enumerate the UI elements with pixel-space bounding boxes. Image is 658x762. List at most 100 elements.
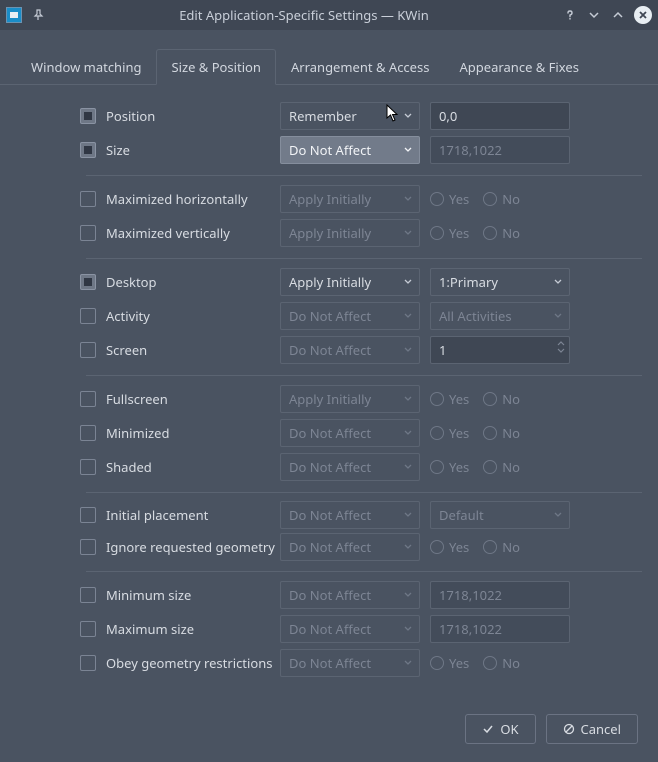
value-select-desktop[interactable]: 1:Primary (430, 268, 570, 296)
settings-panel: Position Remember 0,0 Size Do Not Affect (0, 85, 658, 704)
label-activity: Activity (100, 307, 280, 325)
row-min-size: Minimum size Do Not Affect 1718,1022 (16, 578, 642, 612)
checkbox-screen[interactable] (80, 342, 96, 358)
radio-no: No (483, 390, 520, 408)
yesno-minimized: Yes No (430, 424, 570, 442)
rule-select-minimized: Do Not Affect (280, 419, 420, 447)
radio-yes: Yes (430, 654, 469, 672)
value-select-init-placement: Default (430, 501, 570, 529)
rule-select-desktop[interactable]: Apply Initially (280, 268, 420, 296)
label-init-placement: Initial placement (100, 506, 280, 524)
chevron-down-icon (403, 145, 413, 155)
chevron-down-icon (403, 624, 413, 634)
radio-no: No (483, 424, 520, 442)
separator (86, 492, 642, 493)
label-max-v: Maximized vertically (100, 224, 280, 242)
rule-select-max-v: Apply Initially (280, 219, 420, 247)
row-desktop: Desktop Apply Initially 1:Primary (16, 265, 642, 299)
chevron-down-icon (403, 311, 413, 321)
checkbox-desktop[interactable] (80, 274, 96, 290)
tab-bar: Window matching Size & Position Arrangem… (0, 30, 658, 85)
chevron-down-icon (553, 311, 563, 321)
value-input-position[interactable]: 0,0 (430, 102, 570, 130)
label-max-size: Maximum size (100, 620, 280, 638)
yesno-shaded: Yes No (430, 458, 570, 476)
tab-window-matching[interactable]: Window matching (16, 49, 156, 85)
chevron-down-icon (403, 277, 413, 287)
checkbox-init-placement[interactable] (80, 507, 96, 523)
radio-yes: Yes (430, 538, 469, 556)
row-obey-geom: Obey geometry restrictions Do Not Affect… (16, 646, 642, 680)
maximize-icon[interactable] (610, 7, 626, 23)
chevron-down-icon (403, 394, 413, 404)
checkbox-minimized[interactable] (80, 425, 96, 441)
radio-yes: Yes (430, 224, 469, 242)
radio-no: No (483, 654, 520, 672)
row-shaded: Shaded Do Not Affect Yes No (16, 450, 642, 484)
checkbox-position[interactable] (80, 108, 96, 124)
chevron-down-icon (403, 428, 413, 438)
help-icon[interactable] (562, 7, 578, 23)
radio-no: No (483, 224, 520, 242)
row-minimized: Minimized Do Not Affect Yes No (16, 416, 642, 450)
separator (86, 375, 642, 376)
checkbox-min-size[interactable] (80, 587, 96, 603)
minimize-icon[interactable] (586, 7, 602, 23)
checkbox-shaded[interactable] (80, 459, 96, 475)
tab-size-position[interactable]: Size & Position (156, 49, 275, 85)
rule-select-max-size: Do Not Affect (280, 615, 420, 643)
app-icon (6, 7, 22, 23)
checkbox-ignore-geom[interactable] (80, 539, 96, 555)
checkbox-max-v[interactable] (80, 225, 96, 241)
radio-no: No (483, 458, 520, 476)
checkbox-fullscreen[interactable] (80, 391, 96, 407)
rule-select-min-size: Do Not Affect (280, 581, 420, 609)
row-size: Size Do Not Affect 1718,1022 (16, 133, 642, 167)
label-size: Size (100, 141, 280, 159)
check-icon (482, 723, 494, 735)
radio-no: No (483, 538, 520, 556)
checkbox-size[interactable] (80, 142, 96, 158)
row-max-v: Maximized vertically Apply Initially Yes… (16, 216, 642, 250)
checkbox-activity[interactable] (80, 308, 96, 324)
row-max-size: Maximum size Do Not Affect 1718,1022 (16, 612, 642, 646)
rule-select-init-placement: Do Not Affect (280, 501, 420, 529)
label-shaded: Shaded (100, 458, 280, 476)
radio-no: No (483, 190, 520, 208)
label-screen: Screen (100, 341, 280, 359)
rule-select-activity: Do Not Affect (280, 302, 420, 330)
checkbox-max-size[interactable] (80, 621, 96, 637)
rule-select-fullscreen: Apply Initially (280, 385, 420, 413)
rule-select-size[interactable]: Do Not Affect (280, 136, 420, 164)
tab-arrangement-access[interactable]: Arrangement & Access (276, 49, 445, 85)
cancel-button[interactable]: Cancel (546, 714, 638, 744)
separator (86, 571, 642, 572)
checkbox-obey-geom[interactable] (80, 655, 96, 671)
row-fullscreen: Fullscreen Apply Initially Yes No (16, 382, 642, 416)
label-desktop: Desktop (100, 273, 280, 291)
radio-yes: Yes (430, 390, 469, 408)
rule-select-position[interactable]: Remember (280, 102, 420, 130)
tab-appearance-fixes[interactable]: Appearance & Fixes (444, 49, 593, 85)
yesno-obey-geom: Yes No (430, 654, 570, 672)
ok-button[interactable]: OK (465, 714, 535, 744)
row-screen: Screen Do Not Affect 1 (16, 333, 642, 367)
yesno-ignore-geom: Yes No (430, 538, 570, 556)
label-minimized: Minimized (100, 424, 280, 442)
rule-select-max-h: Apply Initially (280, 185, 420, 213)
value-input-min-size: 1718,1022 (430, 581, 570, 609)
chevron-down-icon (403, 194, 413, 204)
close-icon[interactable] (634, 6, 652, 24)
label-position: Position (100, 107, 280, 125)
checkbox-max-h[interactable] (80, 191, 96, 207)
window-title: Edit Application-Specific Settings — KWi… (54, 6, 554, 24)
row-activity: Activity Do Not Affect All Activities (16, 299, 642, 333)
spinner-buttons[interactable] (557, 340, 565, 354)
value-spin-screen[interactable]: 1 (430, 336, 570, 364)
rule-select-shaded: Do Not Affect (280, 453, 420, 481)
chevron-down-icon (403, 590, 413, 600)
pin-icon[interactable] (30, 7, 46, 23)
label-min-size: Minimum size (100, 586, 280, 604)
radio-yes: Yes (430, 190, 469, 208)
radio-yes: Yes (430, 458, 469, 476)
